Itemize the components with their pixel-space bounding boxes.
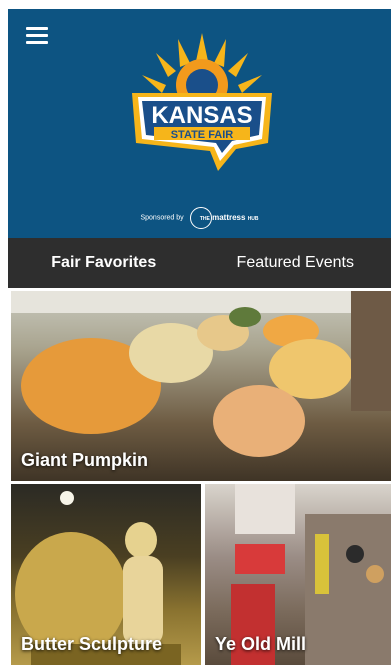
tab-bar: Fair Favorites Featured Events [8, 238, 391, 288]
tile-ye-old-mill[interactable]: Ye Old Mill [205, 484, 391, 665]
sponsor-brand-sub: HUB [247, 216, 259, 223]
app-screen: KANSAS STATE FAIR Sponsored by THE mattr… [8, 9, 391, 665]
sponsor-brand-small: THE [199, 216, 210, 223]
sponsor-label: Sponsored by [140, 214, 184, 222]
tile-title: Ye Old Mill [215, 634, 307, 654]
tile-giant-pumpkin[interactable]: Giant Pumpkin [11, 291, 391, 481]
tile-title: Giant Pumpkin [21, 450, 149, 470]
tile-butter-sculpture[interactable]: Butter Sculpture [11, 484, 201, 665]
mattress-hub-logo: THE mattress HUB [189, 207, 259, 229]
kansas-state-fair-logo: KANSAS STATE FAIR [132, 33, 272, 171]
tab-fair-favorites[interactable]: Fair Favorites [8, 238, 200, 288]
tab-featured-events[interactable]: Featured Events [200, 238, 391, 288]
sponsor-brand-name: mattress [212, 213, 246, 223]
logo-line-2: STATE FAIR [171, 129, 234, 141]
header: KANSAS STATE FAIR Sponsored by THE mattr… [8, 9, 391, 238]
tile-title: Butter Sculpture [21, 634, 163, 654]
hamburger-menu-icon[interactable] [26, 27, 48, 47]
sponsor-line: Sponsored by THE mattress HUB [8, 207, 391, 229]
logo-line-1: KANSAS [151, 102, 252, 129]
